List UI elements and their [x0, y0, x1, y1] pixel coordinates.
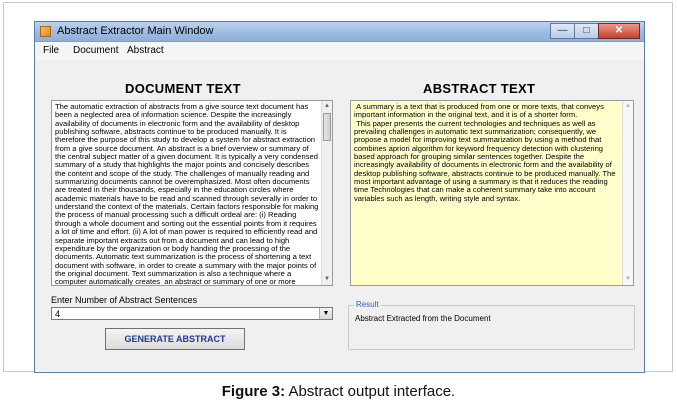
menu-document[interactable]: Document — [73, 45, 119, 56]
scroll-down-icon[interactable]: ▼ — [623, 274, 633, 285]
menu-bar: File Document Abstract — [35, 42, 644, 60]
maximize-button[interactable]: □ — [574, 23, 599, 39]
scroll-thumb[interactable] — [323, 113, 331, 141]
scroll-down-icon[interactable]: ▼ — [322, 274, 332, 285]
abstract-text: A summary is a text that is produced fro… — [354, 102, 616, 203]
window-controls: — □ ✕ — [550, 23, 640, 40]
generate-abstract-button[interactable]: GENERATE ABSTRACT — [105, 328, 245, 350]
result-message: Abstract Extracted from the Document — [355, 314, 491, 323]
scroll-up-icon[interactable]: ▲ — [623, 101, 633, 112]
result-groupbox: Result Abstract Extracted from the Docum… — [348, 300, 635, 350]
minimize-button[interactable]: — — [550, 23, 575, 39]
document-text-heading: DOCUMENT TEXT — [125, 81, 241, 96]
app-icon — [40, 26, 51, 37]
title-bar[interactable]: Abstract Extractor Main Window — □ ✕ — [35, 22, 644, 42]
main-window: Abstract Extractor Main Window — □ ✕ Fil… — [34, 21, 645, 373]
document-scrollbar[interactable]: ▲ ▼ — [321, 101, 332, 285]
menu-abstract[interactable]: Abstract — [127, 45, 164, 56]
document-text: The automatic extraction of abstracts fr… — [55, 102, 321, 286]
close-button[interactable]: ✕ — [598, 23, 640, 39]
sentences-value: 4 — [55, 309, 61, 319]
abstract-scrollbar[interactable]: ▲ ▼ — [622, 101, 633, 285]
caption-text: Abstract output interface. — [285, 383, 456, 400]
window-title: Abstract Extractor Main Window — [57, 25, 214, 37]
sentences-combobox[interactable]: 4 ▼ — [51, 307, 333, 320]
chevron-down-icon[interactable]: ▼ — [319, 308, 332, 319]
caption-prefix: Figure 3: — [221, 383, 286, 400]
result-legend: Result — [354, 300, 381, 309]
abstract-text-heading: ABSTRACT TEXT — [423, 81, 536, 96]
abstract-textarea[interactable]: A summary is a text that is produced fro… — [350, 100, 634, 286]
scroll-up-icon[interactable]: ▲ — [322, 101, 332, 112]
menu-file[interactable]: File — [43, 45, 59, 56]
document-textarea[interactable]: The automatic extraction of abstracts fr… — [51, 100, 333, 286]
figure-caption: Figure 3: Abstract output interface. — [0, 383, 677, 400]
sentences-label: Enter Number of Abstract Sentences — [51, 295, 198, 305]
